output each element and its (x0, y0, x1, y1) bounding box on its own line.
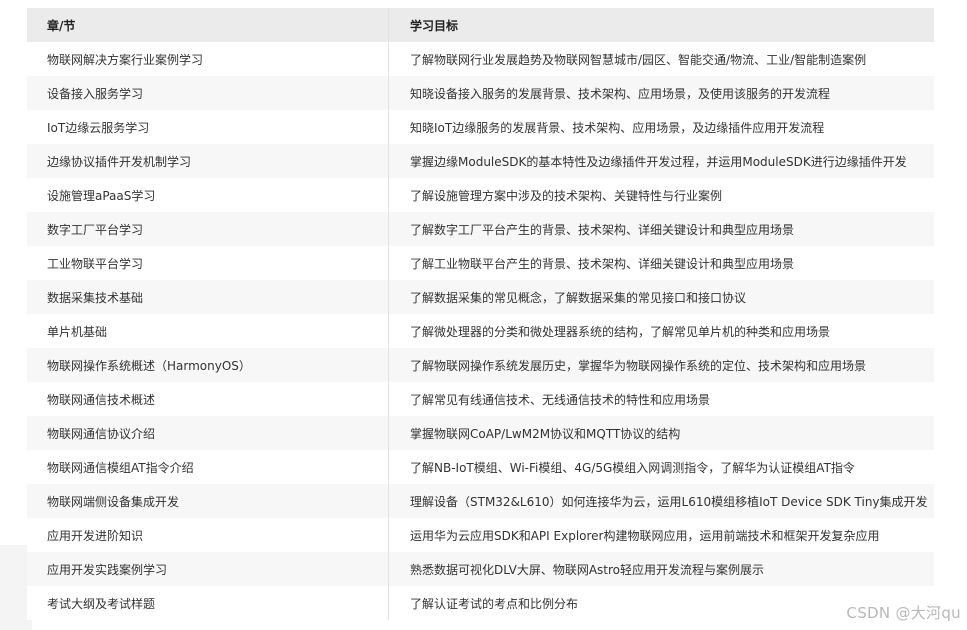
chapter-cell: 边缘协议插件开发机制学习 (27, 144, 389, 178)
table-row: 应用开发实践案例学习 熟悉数据可视化DLV大屏、物联网Astro轻应用开发流程与案… (27, 552, 934, 586)
objective-cell: 了解数字工厂平台产生的背景、技术架构、详细关键设计和典型应用场景 (410, 222, 795, 237)
table-row: 物联网操作系统概述（HarmonyOS） 了解物联网操作系统发展历史，掌握华为物联… (27, 348, 934, 382)
table-row: 数据采集技术基础 了解数据采集的常见概念，了解数据采集的常见接口和接口协议 (27, 280, 934, 314)
chapter-cell: 数字工厂平台学习 (27, 212, 389, 246)
table-row: 考试大纲及考试样题 了解认证考试的考点和比例分布 (27, 586, 934, 620)
table-row: 设备接入服务学习 知晓设备接入服务的发展背景、技术架构、应用场景，及使用该服务的开… (27, 76, 934, 110)
chapter-cell: 数据采集技术基础 (27, 280, 389, 314)
watermark: CSDN @大河qu (846, 604, 961, 622)
chapter-cell: 物联网解决方案行业案例学习 (27, 42, 389, 76)
objective-cell: 了解设施管理方案中涉及的技术架构、关键特性与行业案例 (410, 188, 723, 203)
chapter-cell: 考试大纲及考试样题 (27, 586, 389, 620)
table-row: 物联网通信协议介绍 掌握物联网CoAP/LwM2M协议和MQTT协议的结构 (27, 416, 934, 450)
table-row: 应用开发进阶知识 运用华为云应用SDK和API Explorer构建物联网应用，运… (27, 518, 934, 552)
chapter-cell: 设备接入服务学习 (27, 76, 389, 110)
objective-cell: 了解常见有线通信技术、无线通信技术的特性和应用场景 (410, 392, 711, 407)
objective-cell: 知晓设备接入服务的发展背景、技术架构、应用场景，及使用该服务的开发流程 (410, 86, 831, 101)
chapter-cell: 物联网通信协议介绍 (27, 416, 389, 450)
objective-cell: 了解物联网行业发展趋势及物联网智慧城市/园区、智能交通/物流、工业/智能制造案例 (410, 52, 867, 67)
objective-cell: 了解NB-IoT模组、Wi-Fi模组、4G/5G模组入网调测指令，了解华为认证模… (410, 460, 855, 475)
table-row: 物联网解决方案行业案例学习 了解物联网行业发展趋势及物联网智慧城市/园区、智能交通… (27, 42, 934, 76)
chapter-cell: 物联网端侧设备集成开发 (27, 484, 389, 518)
objective-cell: 了解物联网操作系统发展历史，掌握华为物联网操作系统的定位、技术架构和应用场景 (410, 358, 867, 373)
objective-cell: 掌握物联网CoAP/LwM2M协议和MQTT协议的结构 (410, 426, 681, 441)
chapter-cell: IoT边缘云服务学习 (27, 110, 389, 144)
header-chapter: 章/节 (27, 8, 389, 42)
table-row: 设施管理aPaaS学习 了解设施管理方案中涉及的技术架构、关键特性与行业案例 (27, 178, 934, 212)
objective-cell: 运用华为云应用SDK和API Explorer构建物联网应用，运用前端技术和框架… (410, 528, 880, 543)
table-header-row: 章/节 学习目标 (27, 8, 934, 42)
chapter-cell: 物联网通信技术概述 (27, 382, 389, 416)
objective-cell: 了解微处理器的分类和微处理器系统的结构，了解常见单片机的种类和应用场景 (410, 324, 831, 339)
chapter-cell: 单片机基础 (27, 314, 389, 348)
table-row: 物联网通信技术概述 了解常见有线通信技术、无线通信技术的特性和应用场景 (27, 382, 934, 416)
objective-cell: 了解工业物联平台产生的背景、技术架构、详细关键设计和典型应用场景 (410, 256, 795, 271)
table-row: 单片机基础 了解微处理器的分类和微处理器系统的结构，了解常见单片机的种类和应用场景 (27, 314, 934, 348)
table-row: 边缘协议插件开发机制学习 掌握边缘ModuleSDK的基本特性及边缘插件开发过程，… (27, 144, 934, 178)
chapter-cell: 物联网操作系统概述（HarmonyOS） (27, 348, 389, 382)
page: 章/节 学习目标 物联网解决方案行业案例学习 了解物联网行业发展趋势及物联网智慧城… (0, 0, 967, 630)
chapter-cell: 物联网通信模组AT指令介绍 (27, 450, 389, 484)
table-row: 物联网端侧设备集成开发 理解设备（STM32&L610）如何连接华为云，运用L61… (27, 484, 934, 518)
objective-cell: 掌握边缘ModuleSDK的基本特性及边缘插件开发过程，并运用ModuleSDK… (410, 154, 907, 169)
table-row: 数字工厂平台学习 了解数字工厂平台产生的背景、技术架构、详细关键设计和典型应用场景 (27, 212, 934, 246)
chapter-cell: 工业物联平台学习 (27, 246, 389, 280)
chapter-cell: 设施管理aPaaS学习 (27, 178, 389, 212)
table-row: IoT边缘云服务学习 知晓IoT边缘服务的发展背景、技术架构、应用场景，及边缘插件… (27, 110, 934, 144)
objective-cell: 知晓IoT边缘服务的发展背景、技术架构、应用场景，及边缘插件应用开发流程 (410, 120, 825, 135)
chapter-cell: 应用开发实践案例学习 (27, 552, 389, 586)
table-row: 工业物联平台学习 了解工业物联平台产生的背景、技术架构、详细关键设计和典型应用场景 (27, 246, 934, 280)
course-table: 章/节 学习目标 物联网解决方案行业案例学习 了解物联网行业发展趋势及物联网智慧城… (27, 8, 934, 620)
objective-cell: 理解设备（STM32&L610）如何连接华为云，运用L610模组移植IoT De… (410, 494, 928, 509)
table-row: 物联网通信模组AT指令介绍 了解NB-IoT模组、Wi-Fi模组、4G/5G模组入… (27, 450, 934, 484)
objective-cell: 了解数据采集的常见概念，了解数据采集的常见接口和接口协议 (410, 290, 747, 305)
chapter-cell: 应用开发进阶知识 (27, 518, 389, 552)
header-objective: 学习目标 (410, 18, 459, 33)
objective-cell: 熟悉数据可视化DLV大屏、物联网Astro轻应用开发流程与案例展示 (410, 562, 764, 577)
